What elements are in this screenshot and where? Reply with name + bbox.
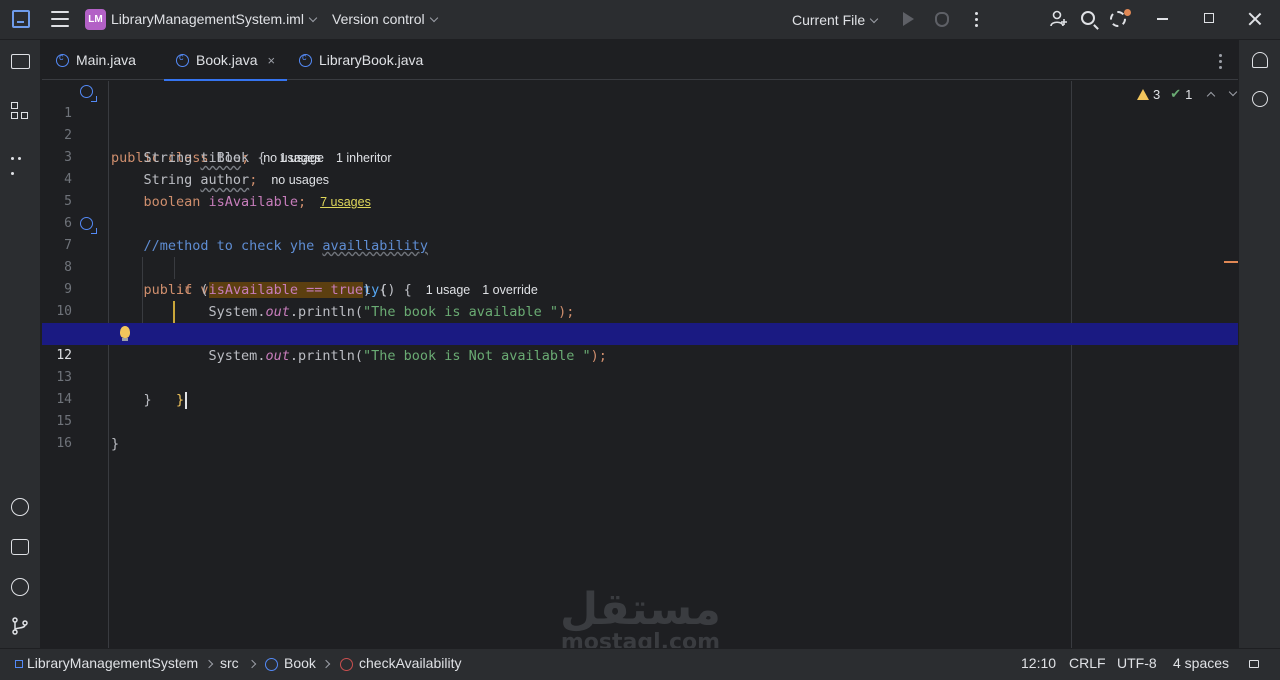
chevron-right-icon [204, 659, 214, 669]
main-menu-icon[interactable] [51, 11, 69, 27]
tab-actions-icon[interactable] [1219, 54, 1222, 72]
run-config-selector[interactable]: Current File [792, 12, 879, 28]
close-window-button[interactable] [1248, 12, 1262, 26]
code-line: 13 } [42, 345, 1238, 408]
code-line: 11 System.out.println("The book is Not a… [42, 301, 1238, 364]
services-run-icon[interactable] [11, 498, 29, 516]
project-selector[interactable]: LibraryManagementSystem.iml [111, 11, 318, 27]
class-icon [56, 52, 69, 67]
left-tool-strip [0, 40, 41, 648]
module-icon [15, 660, 23, 668]
line-separator[interactable]: CRLF [1069, 655, 1106, 671]
tab-label: LibraryBook.java [319, 52, 424, 68]
chevron-down-icon [308, 13, 318, 23]
breadcrumb-project[interactable]: LibraryManagementSystem [27, 655, 198, 671]
breadcrumb-method[interactable]: checkAvailability [359, 655, 461, 671]
chevron-right-icon [247, 659, 257, 669]
code-line: 14 [42, 367, 1238, 407]
intellij-logo-icon[interactable] [12, 10, 30, 28]
structure-icon[interactable] [11, 102, 30, 121]
scrollbar-warning-marker[interactable] [1224, 261, 1238, 263]
project-name: LibraryManagementSystem.iml [111, 11, 304, 27]
indent-setting[interactable]: 4 spaces [1173, 655, 1229, 671]
code-line: 4 boolean isAvailable; 7 usages [42, 147, 1238, 210]
warning-count: 3 [1153, 86, 1161, 102]
breadcrumb-class[interactable]: Book [284, 655, 316, 671]
overridden-method-icon[interactable] [80, 217, 97, 234]
watermark-arabic: مستقل [560, 584, 721, 635]
warning-icon [1137, 88, 1149, 100]
next-highlight-icon[interactable] [1229, 87, 1238, 97]
method-icon [340, 658, 353, 671]
line-number: 16 [56, 436, 72, 451]
previous-highlight-icon[interactable] [1207, 91, 1216, 101]
status-bar: LibraryManagementSystem src Book checkAv… [0, 648, 1280, 680]
inspection-widget[interactable]: 3 ✔ 1 [1137, 86, 1238, 102]
current-code-line: 12 } [42, 323, 1238, 409]
close-tab-icon[interactable]: × [267, 53, 275, 68]
passed-count: 1 [1185, 86, 1193, 102]
chevron-down-icon [869, 14, 879, 24]
code-line: 10 } else { [42, 279, 1238, 342]
caret-position[interactable]: 12:10 [1021, 655, 1056, 671]
chevron-down-icon [429, 13, 438, 23]
code-line: 5 [42, 169, 1238, 209]
implemented-by-icon[interactable] [80, 85, 97, 102]
lock-icon[interactable] [1249, 660, 1259, 668]
git-icon[interactable] [11, 617, 29, 635]
version-control-label: Version control [332, 11, 425, 27]
run-icon[interactable] [903, 12, 914, 26]
code-line: 7 public void checkAvailability() {1 usa… [42, 213, 1238, 298]
tab-librarybook-java[interactable]: LibraryBook.java [299, 40, 423, 80]
editor-tab-bar: Main.java Book.java × LibraryBook.java [42, 40, 1238, 81]
project-badge[interactable]: LM [85, 9, 106, 30]
minimize-button[interactable] [1157, 18, 1168, 20]
breadcrumb-src[interactable]: src [220, 655, 239, 671]
title-bar: LM LibraryManagementSystem.iml Version c… [0, 0, 1280, 40]
more-tool-windows-icon[interactable] [11, 148, 30, 175]
problems-icon[interactable] [11, 578, 29, 596]
code-line: 3 String author; no usages [42, 125, 1238, 188]
update-dot-badge [1124, 9, 1131, 16]
run-config-label: Current File [792, 12, 866, 28]
class-icon [265, 658, 278, 671]
search-icon[interactable] [1081, 11, 1095, 25]
lightbulb-intention-icon[interactable] [120, 326, 130, 341]
class-icon [176, 52, 189, 67]
right-tool-strip [1238, 40, 1280, 648]
code-with-me-icon[interactable] [1050, 10, 1068, 28]
code-line: 16 [42, 411, 1238, 451]
code-line: 9 System.out.println("The book is availa… [42, 257, 1238, 320]
tab-main-java[interactable]: Main.java [56, 40, 136, 80]
notifications-bell-icon[interactable] [1252, 52, 1268, 68]
code-line: 8 if (isAvailable == true) { [42, 235, 1238, 298]
code-line: 6 //method to check yhe availlability [42, 191, 1238, 254]
code-token: } [111, 436, 120, 452]
file-encoding[interactable]: UTF-8 [1117, 655, 1157, 671]
more-actions-icon[interactable] [975, 12, 979, 30]
check-icon: ✔ [1170, 86, 1182, 101]
tab-label: Main.java [76, 52, 136, 68]
ai-assistant-icon[interactable] [1252, 91, 1268, 107]
chevron-right-icon [321, 659, 331, 669]
debug-icon[interactable] [935, 12, 949, 27]
watermark: مستقل mostaql.com [560, 588, 721, 654]
code-line: 15 } [42, 389, 1238, 452]
tab-label: Book.java [196, 52, 258, 68]
terminal-icon[interactable] [11, 539, 29, 555]
version-control-menu[interactable]: Version control [332, 11, 438, 27]
class-icon [299, 52, 312, 67]
tab-book-java[interactable]: Book.java × [163, 40, 288, 81]
project-folder-icon[interactable] [11, 54, 30, 69]
code-line: 1 public class Book {1 usage 1 inheritor [42, 81, 1238, 166]
code-line: 2 String title; no usages [42, 103, 1238, 166]
maximize-button[interactable] [1204, 13, 1214, 23]
code-editor[interactable]: 1 public class Book {1 usage 1 inheritor … [42, 81, 1238, 648]
